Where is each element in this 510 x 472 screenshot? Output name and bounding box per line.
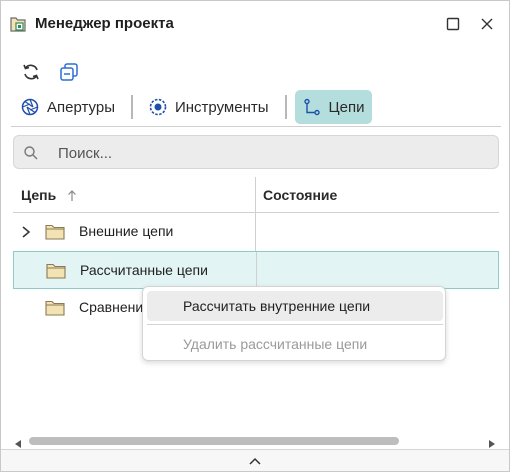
folder-icon <box>45 300 65 321</box>
tab-bar: Апертуры Инструменты Цепи <box>13 90 373 124</box>
chevron-right-icon[interactable] <box>21 225 31 244</box>
context-menu: Рассчитать внутренние цепи Удалить рассч… <box>142 286 446 361</box>
menu-separator <box>147 324 443 325</box>
scrollbar-thumb[interactable] <box>29 437 399 445</box>
tab-apertures-label: Апертуры <box>47 98 115 116</box>
tab-divider <box>284 95 287 119</box>
folder-icon <box>46 263 66 284</box>
table-row[interactable]: Рассчитанные цепи <box>13 251 499 289</box>
row-label: Сравнени <box>79 299 144 315</box>
project-icon <box>9 15 27 33</box>
cell-divider <box>256 252 257 288</box>
tab-divider <box>130 95 133 119</box>
tab-tools-label: Инструменты <box>174 98 269 116</box>
collapse-all-icon[interactable] <box>55 58 83 86</box>
folder-icon <box>45 224 65 245</box>
close-icon[interactable] <box>475 13 499 35</box>
tab-nets-label: Цепи <box>328 98 365 116</box>
menu-item-calculate-internal-nets[interactable]: Рассчитать внутренние цепи <box>147 291 443 321</box>
project-manager-window: Менеджер проекта Апертуры Инструменты Це… <box>0 0 510 472</box>
search-input[interactable] <box>58 143 478 163</box>
column-header-net[interactable]: Цепь <box>21 177 56 213</box>
tab-nets[interactable]: Цепи <box>294 90 373 124</box>
chevron-up-icon[interactable] <box>247 454 263 468</box>
panel-footer <box>1 449 509 471</box>
tab-tools[interactable]: Инструменты <box>141 90 277 124</box>
maximize-icon[interactable] <box>441 13 465 35</box>
divider <box>11 126 501 127</box>
tab-apertures[interactable]: Апертуры <box>13 90 123 124</box>
search-box <box>13 135 499 169</box>
column-header-state[interactable]: Состояние <box>263 177 337 213</box>
table-header: Цепь Состояние <box>13 177 499 213</box>
window-title: Менеджер проекта <box>35 15 174 32</box>
search-icon <box>23 145 39 166</box>
cell-divider <box>255 213 256 251</box>
row-label: Внешние цепи <box>79 223 174 239</box>
sort-ascending-icon[interactable] <box>67 189 77 207</box>
aperture-icon <box>21 98 39 116</box>
horizontal-scrollbar[interactable] <box>13 434 497 448</box>
menu-item-delete-calculated-nets: Удалить рассчитанные цепи <box>183 336 368 352</box>
table-row[interactable]: Внешние цепи <box>13 213 499 251</box>
net-icon <box>303 98 320 116</box>
row-label: Рассчитанные цепи <box>80 262 208 278</box>
column-resize-handle[interactable] <box>255 177 256 213</box>
tool-icon <box>149 98 167 116</box>
toolbar <box>17 58 83 86</box>
title-bar: Менеджер проекта <box>1 1 509 47</box>
refresh-icon[interactable] <box>17 58 45 86</box>
